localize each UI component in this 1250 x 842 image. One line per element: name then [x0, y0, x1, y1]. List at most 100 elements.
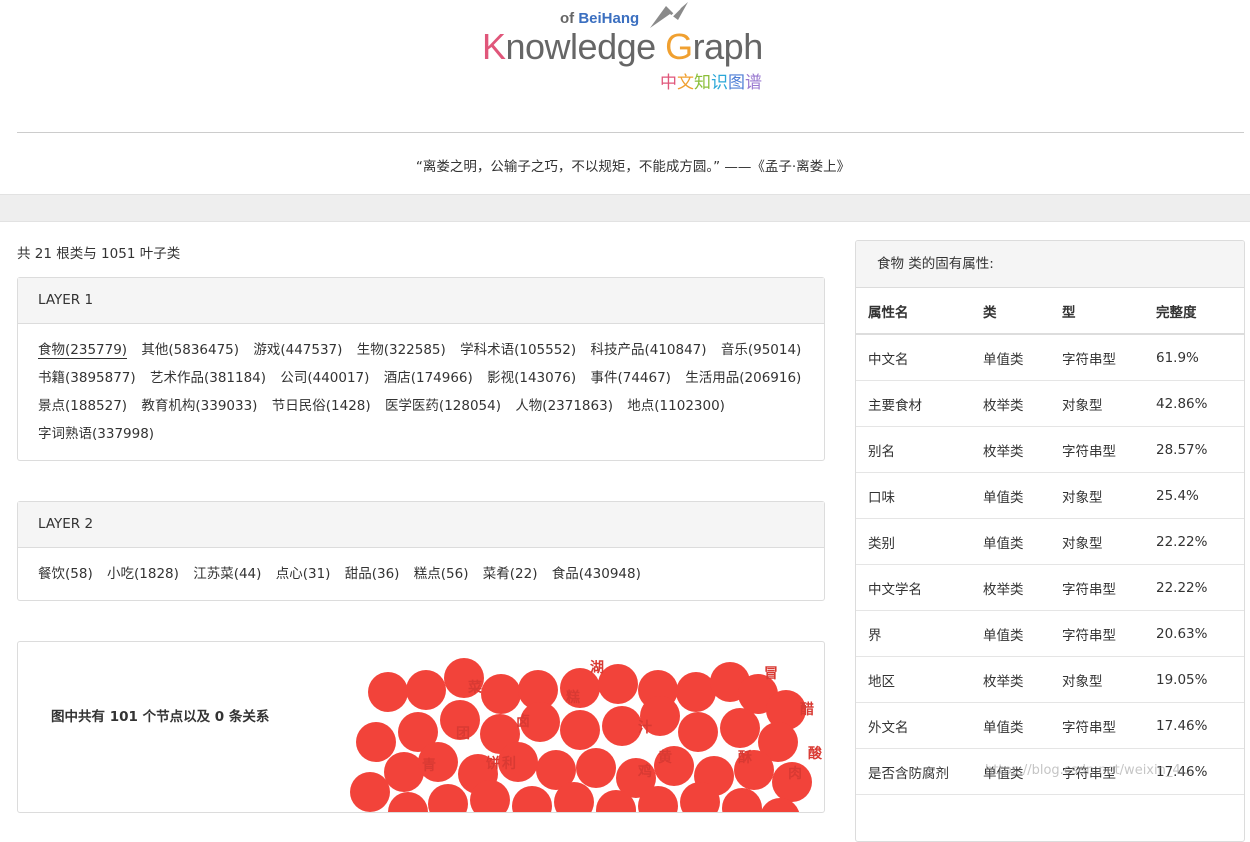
graph-node-label: 湖 [590, 660, 604, 676]
graph-node[interactable] [722, 788, 762, 812]
table-cell: 对象型 [1062, 518, 1156, 565]
graph-node[interactable] [512, 786, 552, 812]
layer1-tag[interactable]: 生活用品(206916) [685, 370, 801, 386]
attributes-column-header: 类 [983, 288, 1062, 335]
layer1-tag[interactable]: 艺术作品(381184) [150, 370, 266, 386]
table-cell: 枚举类 [983, 380, 1062, 427]
table-cell: 22.22% [1156, 564, 1244, 611]
graph-node[interactable] [602, 706, 642, 746]
graph-node[interactable] [598, 664, 638, 704]
graph-node[interactable] [406, 670, 446, 710]
table-cell: 主要食材 [856, 380, 983, 427]
knowledge-graph-logo[interactable]: of BeiHang Knowledge Graph 中文知识图谱 [480, 0, 790, 100]
table-cell: 外文名 [856, 702, 983, 749]
layer1-tag[interactable]: 食物(235779) [38, 342, 128, 359]
layer1-tag-list: 食物(235779) 其他(5836475) 游戏(447537) 生物(322… [18, 324, 824, 460]
site-header: of BeiHang Knowledge Graph 中文知识图谱 [0, 0, 1250, 132]
layer2-tag[interactable]: 糕点(56) [414, 566, 469, 582]
layer1-tag[interactable]: 生物(322585) [357, 342, 446, 358]
layer1-tag[interactable]: 影视(143076) [487, 370, 576, 386]
layer1-tag[interactable]: 其他(5836475) [141, 342, 239, 358]
table-cell: 单值类 [983, 518, 1062, 565]
layer1-tag[interactable]: 节日民俗(1428) [272, 398, 371, 414]
graph-node-label: 利 [502, 755, 516, 772]
attributes-panel: 食物 类的固有属性: 属性名类型完整度 中文名 单值类 字符串型 61.9% 主要食材枚… [855, 240, 1245, 842]
layer1-tag[interactable]: 游戏(447537) [253, 342, 342, 358]
layer2-title: LAYER 2 [18, 502, 824, 548]
table-cell: 地区 [856, 656, 983, 703]
graph-node[interactable] [720, 708, 760, 748]
graph-node[interactable] [481, 674, 521, 714]
graph-node[interactable] [350, 772, 390, 812]
layer1-tag[interactable]: 人物(2371863) [515, 398, 613, 414]
layer1-tag[interactable]: 地点(1102300) [627, 398, 725, 414]
table-cell: 界 [856, 610, 983, 657]
graph-node[interactable] [388, 792, 428, 812]
table-cell: 对象型 [1062, 656, 1156, 703]
table-cell: 枚举类 [983, 564, 1062, 611]
graph-node[interactable] [576, 748, 616, 788]
graph-node[interactable] [676, 672, 716, 712]
layer2-tag[interactable]: 点心(31) [276, 566, 331, 582]
layer2-panel: LAYER 2 餐饮(58) 小吃(1828) 江苏菜(44) 点心(31) 甜… [17, 501, 825, 601]
attributes-column-header: 型 [1062, 288, 1156, 335]
table-cell: 字符串型 [1062, 702, 1156, 749]
header-divider [17, 132, 1244, 133]
table-cell: 42.86% [1156, 380, 1244, 427]
table-row: 类别 单值类 对象型 22.22% [856, 518, 1244, 565]
graph-canvas[interactable]: 湖 冒醋酸 菜汁 卤鸡 肉 饼 酥 糕团黄 青 利 [318, 642, 824, 812]
graph-node[interactable] [368, 672, 408, 712]
table-cell: 字符串型 [1062, 426, 1156, 473]
layer1-tag[interactable]: 科技产品(410847) [590, 342, 706, 358]
layer2-tag[interactable]: 食品(430948) [552, 566, 641, 582]
table-cell: 61.9% [1156, 334, 1244, 381]
table-cell: 中文学名 [856, 564, 983, 611]
table-cell: 单值类 [983, 334, 1062, 381]
layer1-tag[interactable]: 酒店(174966) [384, 370, 473, 386]
graph-node-label: 醋 [800, 701, 814, 718]
graph-stats: 图中共有 101 个节点以及 0 条关系 [51, 709, 270, 725]
layer2-tag[interactable]: 江苏菜(44) [193, 566, 261, 582]
layer2-tag-list: 餐饮(58) 小吃(1828) 江苏菜(44) 点心(31) 甜品(36) 糕点… [18, 548, 824, 600]
layer1-tag[interactable]: 公司(440017) [280, 370, 369, 386]
graph-node-label: 卤 [516, 713, 530, 730]
logo-chinese-char: 谱 [745, 73, 762, 93]
logo-chinese-char: 知 [694, 73, 711, 93]
table-row: 中文学名 枚举类 字符串型 22.22% [856, 564, 1244, 611]
graph-node[interactable] [428, 784, 468, 812]
graph-node-label: 青 [422, 757, 436, 774]
layer2-tag[interactable]: 菜肴(22) [483, 566, 538, 582]
graph-node-label: 冒 [764, 665, 778, 682]
graph-node[interactable] [678, 712, 718, 752]
relation-count: 0 [214, 709, 225, 725]
graph-node-label: 酸 [808, 745, 823, 762]
layer1-panel: LAYER 1 食物(235779) 其他(5836475) 游戏(447537… [17, 277, 825, 461]
layer1-tag[interactable]: 学科术语(105552) [460, 342, 576, 358]
graph-node-label: 黄 [658, 749, 672, 766]
watermark: https://blog.csdn.net/weixin_4... [985, 763, 1194, 778]
layer1-tag[interactable]: 书籍(3895877) [38, 370, 136, 386]
graph-node[interactable] [356, 722, 396, 762]
table-row: 口味 单值类 对象型 25.4% [856, 472, 1244, 519]
gray-band [0, 194, 1250, 222]
layer1-tag[interactable]: 字词熟语(337998) [38, 426, 154, 442]
logo-chinese-char: 图 [728, 73, 745, 93]
table-cell: 28.57% [1156, 426, 1244, 473]
graph-node-label: 肉 [788, 765, 802, 782]
table-cell: 是否含防腐剂 [856, 748, 983, 795]
layer2-tag[interactable]: 小吃(1828) [107, 566, 179, 582]
layer1-tag[interactable]: 事件(74467) [590, 370, 670, 386]
layer1-tag[interactable]: 音乐(95014) [721, 342, 801, 358]
table-cell: 字符串型 [1062, 334, 1156, 381]
layer1-tag[interactable]: 教育机构(339033) [141, 398, 257, 414]
graph-node[interactable] [560, 710, 600, 750]
layer2-tag[interactable]: 甜品(36) [345, 566, 400, 582]
layer2-tag[interactable]: 餐饮(58) [38, 566, 93, 582]
table-row: 别名 枚举类 字符串型 28.57% [856, 426, 1244, 473]
attributes-title: 食物 类的固有属性: [856, 241, 1244, 288]
table-cell: 17.46% [1156, 702, 1244, 749]
layer1-tag[interactable]: 医学医药(128054) [385, 398, 501, 414]
table-cell: 枚举类 [983, 426, 1062, 473]
layer1-tag[interactable]: 景点(188527) [38, 398, 127, 414]
graph-node[interactable] [384, 752, 424, 792]
